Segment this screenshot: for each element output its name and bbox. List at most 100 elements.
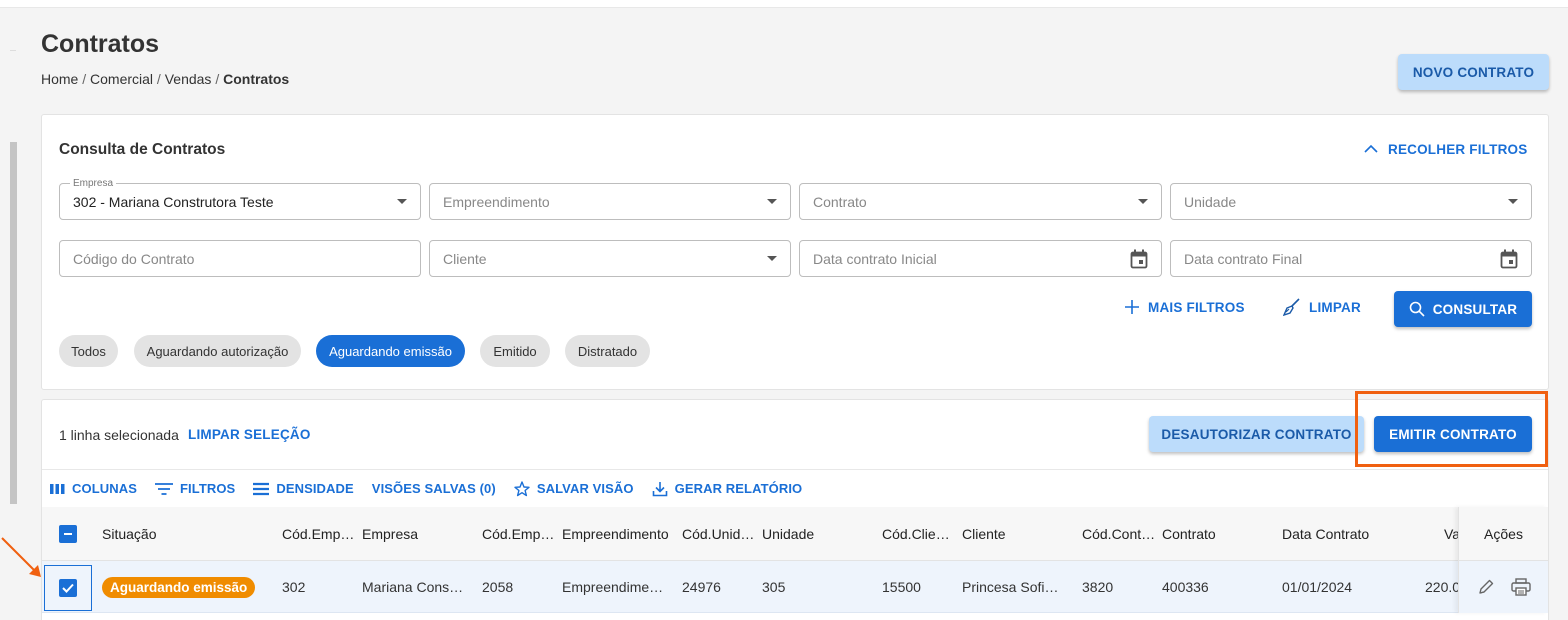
col-valor[interactable]: Va <box>1444 507 1458 561</box>
codigo-contrato-placeholder: Código do Contrato <box>73 250 195 267</box>
contrato-placeholder: Contrato <box>813 193 867 210</box>
chip-distratado[interactable]: Distratado <box>565 335 650 367</box>
col-cod-empreendimento[interactable]: Cód.Emp… <box>482 507 554 561</box>
status-badge: Aguardando emissão <box>102 576 256 598</box>
check-icon <box>62 583 74 593</box>
col-contrato[interactable]: Contrato <box>1162 507 1272 561</box>
cell-cod-cliente: 15500 <box>882 579 921 595</box>
col-acoes: Ações <box>1459 507 1548 561</box>
filtros-button[interactable]: FILTROS <box>154 481 235 496</box>
cell-cod-empresa: 302 <box>282 579 306 595</box>
data-final-input[interactable]: Data contrato Final <box>1170 240 1532 277</box>
consultar-label: CONSULTAR <box>1432 301 1518 317</box>
breadcrumb-comercial[interactable]: Comercial <box>90 71 153 87</box>
col-data-contrato[interactable]: Data Contrato <box>1282 507 1412 561</box>
selection-info: 1 linha selecionada <box>59 427 179 443</box>
limpar-button[interactable]: LIMPAR <box>1283 295 1361 319</box>
filter-card-title: Consulta de Contratos <box>59 141 226 158</box>
col-cod-unidade[interactable]: Cód.Unid… <box>682 507 754 561</box>
table-card: 1 linha selecionada LIMPAR SELEÇÃO DESAU… <box>41 399 1549 620</box>
left-scrollbar[interactable] <box>10 142 17 504</box>
empresa-select[interactable]: Empresa 302 - Mariana Construtora Teste <box>59 178 421 220</box>
cell-cod-unidade: 24976 <box>682 579 721 595</box>
novo-contrato-button[interactable]: NOVO CONTRATO <box>1398 54 1549 90</box>
table-header: Situação Cód.Emp… Empresa Cód.Emp… Empre… <box>42 507 1548 561</box>
top-bar <box>0 0 1568 8</box>
cell-empreendimento: Empreendime… <box>562 579 664 595</box>
chip-todos[interactable]: Todos <box>59 335 118 367</box>
cell-situacao: Aguardando emissão <box>102 561 272 613</box>
cliente-select[interactable]: Cliente <box>429 240 791 277</box>
empresa-label: Empresa <box>70 178 117 189</box>
empresa-value: 302 - Mariana Construtora Teste <box>73 193 274 210</box>
breadcrumb-current: Contratos <box>223 71 290 87</box>
breadcrumb-vendas[interactable]: Vendas <box>165 71 212 87</box>
chip-aguardando-emissao[interactable]: Aguardando emissão <box>316 335 465 367</box>
cell-unidade: 305 <box>762 579 786 595</box>
filter-icon <box>154 482 173 495</box>
limpar-label: LIMPAR <box>1309 299 1361 315</box>
chevron-down-icon <box>397 199 407 204</box>
limpar-selecao-button[interactable]: LIMPAR SELEÇÃO <box>188 424 311 444</box>
col-unidade[interactable]: Unidade <box>762 507 872 561</box>
consultar-button[interactable]: CONSULTAR <box>1394 291 1532 327</box>
calendar-icon[interactable] <box>1130 249 1148 269</box>
acoes-column: Ações <box>1458 507 1548 613</box>
edit-pencil-icon[interactable] <box>1477 578 1495 596</box>
visoes-salvas-button[interactable]: VISÕES SALVAS (0) <box>372 481 496 496</box>
chip-aguardando-autorizacao[interactable]: Aguardando autorização <box>134 335 301 367</box>
minus-icon <box>64 533 72 535</box>
desautorizar-contrato-button[interactable]: DESAUTORIZAR CONTRATO <box>1149 416 1364 452</box>
select-all-checkbox[interactable] <box>59 525 77 543</box>
col-cod-empresa[interactable]: Cód.Emp… <box>282 507 354 561</box>
breadcrumb-separator: / <box>211 71 224 87</box>
search-icon <box>1409 301 1425 317</box>
col-cliente[interactable]: Cliente <box>962 507 1072 561</box>
gerar-relatorio-button[interactable]: GERAR RELATÓRIO <box>652 481 803 497</box>
recolher-filtros-label: RECOLHER FILTROS <box>1388 141 1528 157</box>
left-divider <box>10 50 16 51</box>
chevron-down-icon <box>767 256 777 261</box>
row-checkbox-cell[interactable] <box>44 565 92 611</box>
breadcrumb-home[interactable]: Home <box>41 71 78 87</box>
col-empreendimento[interactable]: Empreendimento <box>562 507 674 561</box>
colunas-label: COLUNAS <box>72 481 137 496</box>
gerar-relatorio-label: GERAR RELATÓRIO <box>674 481 803 496</box>
col-empresa[interactable]: Empresa <box>362 507 472 561</box>
contrato-select[interactable]: Contrato <box>799 183 1162 220</box>
calendar-icon[interactable] <box>1500 249 1518 269</box>
data-inicial-placeholder: Data contrato Inicial <box>813 250 937 267</box>
emitir-contrato-button[interactable]: EMITIR CONTRATO <box>1374 416 1532 452</box>
mais-filtros-button[interactable]: MAIS FILTROS <box>1124 295 1245 319</box>
unidade-select[interactable]: Unidade <box>1170 183 1532 220</box>
breadcrumb: Home / Comercial / Vendas / Contratos <box>41 71 289 87</box>
chip-emitido[interactable]: Emitido <box>480 335 550 367</box>
empreendimento-select[interactable]: Empreendimento <box>429 183 791 220</box>
densidade-button[interactable]: DENSIDADE <box>253 481 354 496</box>
columns-icon <box>50 483 65 494</box>
cell-cliente: Princesa Sofi… <box>962 579 1059 595</box>
page-title: Contratos <box>41 30 160 58</box>
recolher-filtros-button[interactable]: RECOLHER FILTROS <box>1364 139 1527 159</box>
cell-data-contrato: 01/01/2024 <box>1282 579 1353 595</box>
print-icon[interactable] <box>1510 578 1531 596</box>
row-actions <box>1459 561 1548 613</box>
salvar-visao-button[interactable]: SALVAR VISÃO <box>514 480 634 497</box>
col-cod-cliente[interactable]: Cód.Clie… <box>882 507 954 561</box>
cell-cod-empreendimento: 2058 <box>482 579 514 595</box>
table-row[interactable]: Aguardando emissão 302 Mariana Cons… 205… <box>42 561 1548 613</box>
data-inicial-input[interactable]: Data contrato Inicial <box>799 240 1162 277</box>
select-all-cell[interactable] <box>59 507 79 561</box>
row-checkbox[interactable] <box>59 579 77 597</box>
col-situacao[interactable]: Situação <box>102 507 272 561</box>
data-final-placeholder: Data contrato Final <box>1184 250 1303 267</box>
cliente-placeholder: Cliente <box>443 250 487 267</box>
colunas-button[interactable]: COLUNAS <box>50 481 137 496</box>
annotation-arrow-icon <box>1 537 41 577</box>
salvar-visao-label: SALVAR VISÃO <box>536 481 634 496</box>
codigo-contrato-input[interactable]: Código do Contrato <box>59 240 421 277</box>
cell-valor: 220.0 <box>1425 579 1458 595</box>
download-icon <box>652 481 667 496</box>
broom-icon <box>1283 298 1300 316</box>
col-cod-contrato[interactable]: Cód.Cont… <box>1082 507 1154 561</box>
